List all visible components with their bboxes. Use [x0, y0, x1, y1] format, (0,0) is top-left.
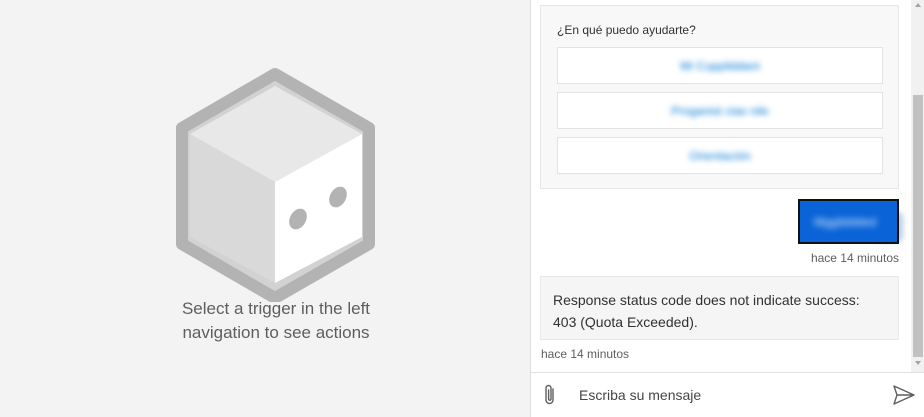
bot-message-timestamp: hace 14 minutos	[541, 347, 630, 361]
transcript-scrollbar[interactable]	[911, 0, 924, 372]
paperclip-icon[interactable]	[541, 383, 559, 407]
suggestion-button-2[interactable]: Proganist cias nile	[557, 92, 883, 129]
suggestion-card: ¿En qué puedo ayudarte? Mi Cuppilddani P…	[540, 5, 899, 189]
scroll-down-arrow-icon[interactable]	[915, 361, 921, 365]
card-title: ¿En qué puedo ayudarte?	[557, 23, 696, 37]
suggestion-button-3[interactable]: Orientación	[557, 137, 883, 174]
bot-message-text: Response status code does not indicate s…	[553, 292, 860, 330]
send-icon[interactable]	[892, 384, 916, 406]
suggestion-button-label: Proganist cias nile	[671, 103, 769, 118]
user-message-timestamp: hace 14 minutos	[810, 251, 899, 265]
message-composer	[531, 372, 924, 417]
bot-message-bubble: Response status code does not indicate s…	[540, 276, 899, 340]
chat-transcript: ¿En qué puedo ayudarte? Mi Cuppilddani P…	[531, 0, 911, 372]
suggestion-button-label: Orientación	[689, 148, 751, 163]
bot-cube-icon	[176, 68, 375, 302]
webchat-panel: ¿En qué puedo ayudarte? Mi Cuppilddani P…	[530, 0, 924, 417]
actions-panel: Select a trigger in the left navigation …	[0, 0, 530, 417]
user-message-bubble: Mggilddded	[798, 199, 899, 244]
scroll-up-arrow-icon[interactable]	[915, 3, 921, 7]
user-message-text: Mggilddded	[814, 214, 877, 229]
scrollbar-thumb[interactable]	[913, 95, 923, 357]
empty-state-message: Select a trigger in the left navigation …	[181, 299, 371, 342]
suggestion-button-label: Mi Cuppilddani	[680, 58, 760, 73]
message-input[interactable]	[579, 381, 879, 409]
suggestion-button-1[interactable]: Mi Cuppilddani	[557, 47, 883, 84]
